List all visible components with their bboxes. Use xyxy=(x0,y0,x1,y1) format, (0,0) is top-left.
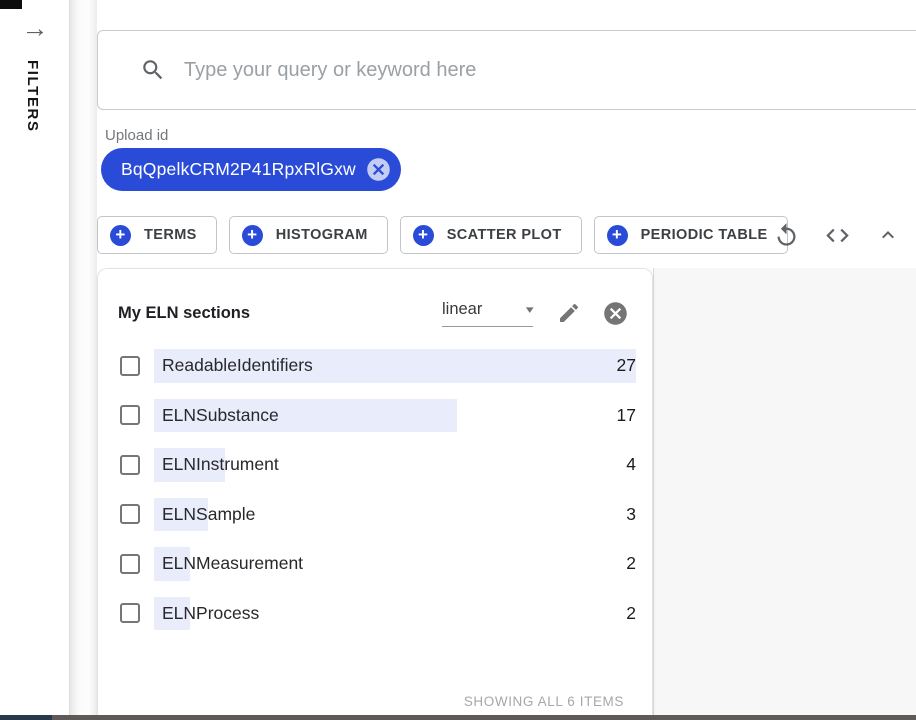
row-label: ELNProcess xyxy=(162,597,259,631)
code-icon xyxy=(824,222,851,249)
item-bar-area[interactable]: ELNInstrument 4 xyxy=(154,448,636,482)
list-item: ELNMeasurement 2 xyxy=(120,547,636,581)
sidebar-divider-gutter xyxy=(69,0,97,715)
close-widget-button[interactable] xyxy=(602,300,629,327)
row-count: 3 xyxy=(626,498,636,532)
row-label: ELNMeasurement xyxy=(162,547,303,581)
eln-sections-widget-card: My ELN sections linear ▾ ReadableIdentif… xyxy=(97,268,653,715)
list-item: ELNSample 3 xyxy=(120,498,636,532)
item-bar-area[interactable]: ELNSample 3 xyxy=(154,498,636,532)
close-circle-icon xyxy=(602,300,629,327)
item-bar-area[interactable]: ELNMeasurement 2 xyxy=(154,547,636,581)
add-histogram-button[interactable]: + HISTOGRAM xyxy=(229,216,388,254)
histogram-button-label: HISTOGRAM xyxy=(276,227,368,243)
item-bar-area[interactable]: ELNSubstance 17 xyxy=(154,399,636,433)
open-filters-arrow-icon[interactable]: → xyxy=(21,12,49,44)
item-checkbox[interactable] xyxy=(120,356,140,376)
pencil-icon xyxy=(557,301,581,325)
terms-button-label: TERMS xyxy=(144,227,197,243)
item-checkbox[interactable] xyxy=(120,504,140,524)
collapse-panel-button[interactable] xyxy=(874,221,902,249)
item-bar-area[interactable]: ELNProcess 2 xyxy=(154,597,636,631)
row-count: 2 xyxy=(626,597,636,631)
replay-icon xyxy=(773,222,800,249)
filters-sidebar-collapsed: → FILTERS xyxy=(0,0,69,715)
row-count: 2 xyxy=(626,547,636,581)
scale-select[interactable]: linear ▾ xyxy=(442,300,533,327)
add-terms-button[interactable]: + TERMS xyxy=(97,216,217,254)
widget-buttons-row: + TERMS + HISTOGRAM + SCATTER PLOT + PER… xyxy=(97,216,788,254)
items-count-status: SHOWING ALL 6 ITEMS xyxy=(464,694,624,709)
window-corner-decoration xyxy=(0,0,22,9)
list-item: ELNProcess 2 xyxy=(120,597,636,631)
list-item: ELNInstrument 4 xyxy=(120,448,636,482)
row-label: ELNSubstance xyxy=(162,399,279,433)
filters-vertical-label: FILTERS xyxy=(24,60,41,133)
search-bar[interactable] xyxy=(97,30,916,110)
scale-select-value: linear xyxy=(442,300,482,319)
row-count: 4 xyxy=(626,448,636,482)
row-label: ReadableIdentifiers xyxy=(162,349,313,383)
periodic-table-button-label: PERIODIC TABLE xyxy=(641,227,768,243)
upload-id-chip[interactable]: BqQpelkCRM2P41RpxRlGxw xyxy=(101,148,401,191)
item-bar-area[interactable]: ReadableIdentifiers 27 xyxy=(154,349,636,383)
upload-id-label: Upload id xyxy=(105,127,168,144)
eln-sections-list: ReadableIdentifiers 27 ELNSubstance 17 E… xyxy=(98,349,652,630)
item-checkbox[interactable] xyxy=(120,554,140,574)
query-code-button[interactable] xyxy=(823,221,851,249)
edit-widget-button[interactable] xyxy=(557,301,581,325)
list-item: ReadableIdentifiers 27 xyxy=(120,349,636,383)
bottom-scrollbar xyxy=(0,715,916,720)
row-count: 17 xyxy=(617,399,636,433)
widget-title: My ELN sections xyxy=(118,304,442,323)
list-item: ELNSubstance 17 xyxy=(120,399,636,433)
plus-icon: + xyxy=(413,225,434,246)
scatter-plot-button-label: SCATTER PLOT xyxy=(447,227,562,243)
results-area xyxy=(653,268,916,715)
plus-icon: + xyxy=(110,225,131,246)
scrollbar-thumb[interactable] xyxy=(52,715,916,720)
reset-filters-button[interactable] xyxy=(772,221,800,249)
plus-icon: + xyxy=(242,225,263,246)
plus-icon: + xyxy=(607,225,628,246)
row-count: 27 xyxy=(617,349,636,383)
chevron-up-icon xyxy=(876,223,900,247)
upload-id-chip-value: BqQpelkCRM2P41RpxRlGxw xyxy=(121,159,356,180)
row-label: ELNSample xyxy=(162,498,255,532)
widget-card-header: My ELN sections linear ▾ xyxy=(98,269,652,331)
filter-actions xyxy=(772,221,902,249)
add-scatter-plot-button[interactable]: + SCATTER PLOT xyxy=(400,216,582,254)
row-label: ELNInstrument xyxy=(162,448,279,482)
scrollbar-corner xyxy=(0,715,52,720)
chip-delete-icon[interactable] xyxy=(365,156,392,183)
search-input[interactable] xyxy=(184,59,916,82)
item-checkbox[interactable] xyxy=(120,405,140,425)
item-checkbox[interactable] xyxy=(120,603,140,623)
add-periodic-table-button[interactable]: + PERIODIC TABLE xyxy=(594,216,788,254)
caret-down-icon: ▾ xyxy=(526,303,534,316)
search-icon xyxy=(140,57,166,83)
item-checkbox[interactable] xyxy=(120,455,140,475)
